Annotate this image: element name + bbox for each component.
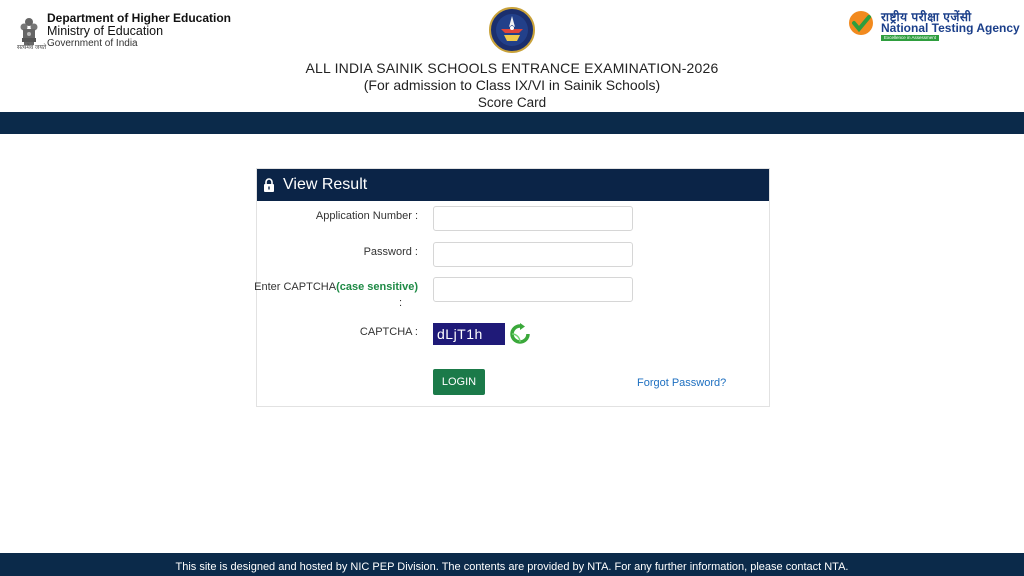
exam-title-line2: (For admission to Class IX/VI in Sainik … (363, 77, 661, 93)
view-result-panel: View Result Application Number : Passwor… (254, 168, 770, 407)
application-number-input[interactable] (433, 206, 633, 231)
nav-bar (0, 112, 1024, 134)
exam-title-line1: ALL INDIA SAINIK SCHOOLS ENTRANCE EXAMIN… (305, 60, 719, 76)
sainik-school-logo-icon (489, 7, 535, 53)
captcha-input-label: Enter CAPTCHA(case sensitive) (254, 281, 418, 293)
nta-tick-icon (849, 11, 873, 35)
footer-text: This site is designed and hosted by NIC … (175, 561, 849, 573)
refresh-captcha-icon[interactable] (508, 323, 532, 345)
lock-icon (264, 178, 274, 192)
password-input[interactable] (433, 242, 633, 267)
exam-title: ALL INDIA SAINIK SCHOOLS ENTRANCE EXAMIN… (0, 60, 1024, 111)
password-label: Password : (363, 246, 418, 258)
ministry-line2: Ministry of Education (47, 24, 164, 38)
case-sensitive-note: (case sensitive) (336, 281, 418, 293)
footer: This site is designed and hosted by NIC … (0, 553, 1024, 576)
ministry-line3: Government of India (47, 38, 138, 49)
page: Department of Higher Education Ministry … (0, 0, 1024, 576)
header: Department of Higher Education Ministry … (0, 0, 1024, 112)
nta-logo-block[interactable]: राष्ट्रीय परीक्षा एजेंसी National Testin… (848, 8, 1020, 42)
captcha-label: CAPTCHA : (359, 326, 418, 338)
emblem-caption: सत्यमेव जयते (17, 45, 47, 51)
panel-header: View Result (257, 169, 769, 201)
exam-title-line3: Score Card (477, 95, 547, 110)
forgot-password-link[interactable]: Forgot Password? (637, 377, 726, 389)
captcha-input[interactable] (433, 277, 633, 302)
nta-english-name: National Testing Agency (881, 21, 1020, 35)
captcha-image: dLjT1h (433, 323, 505, 345)
nta-tagline: Excellence in Assessment (881, 35, 940, 41)
captcha-input-label-text: Enter CAPTCHA (254, 281, 337, 293)
captcha-input-colon: : (399, 297, 403, 309)
application-number-label: Application Number : (315, 210, 418, 222)
panel-title: View Result (283, 176, 368, 193)
ministry-logo-block[interactable]: Department of Higher Education Ministry … (18, 12, 231, 50)
ministry-line1: Department of Higher Education (47, 11, 232, 25)
login-button[interactable]: LOGIN (433, 369, 485, 395)
